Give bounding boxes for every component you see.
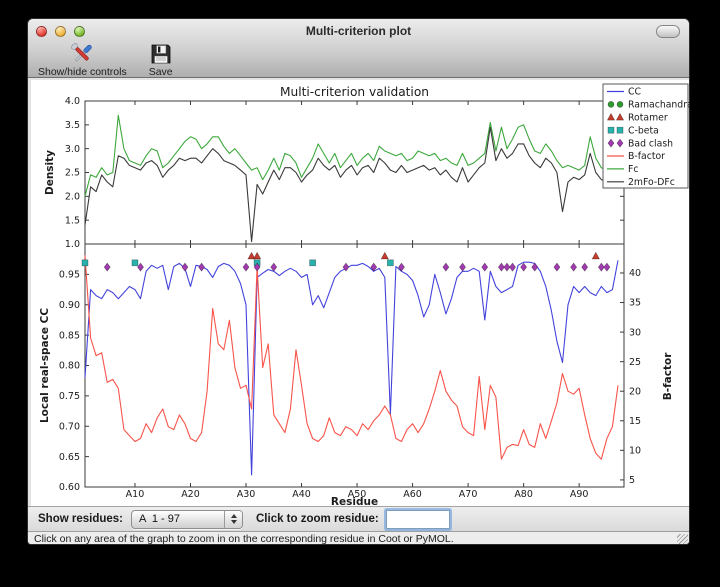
svg-text:0.85: 0.85 — [59, 330, 80, 341]
toolbar: Show/hide controls Save — [34, 43, 177, 77]
svg-text:2.0: 2.0 — [65, 192, 80, 203]
outlier-markers — [82, 252, 610, 271]
svg-text:0.70: 0.70 — [59, 421, 80, 432]
svg-text:1.0: 1.0 — [65, 239, 80, 250]
control-bar: Show residues: A 1 - 97 Click to zoom re… — [28, 506, 689, 531]
svg-text:A90: A90 — [570, 489, 589, 500]
residue-range-value: A 1 - 97 — [132, 513, 224, 525]
show-hide-controls-button[interactable]: Show/hide controls — [34, 43, 131, 77]
status-bar: Click on any area of the graph to zoom i… — [28, 531, 689, 545]
svg-text:Bad clash: Bad clash — [628, 138, 673, 149]
svg-text:A30: A30 — [237, 489, 256, 500]
save-button-label: Save — [149, 66, 173, 78]
chart-legend: CC Ramachandran RotamerC-beta Bad clash B-fa… — [603, 84, 689, 188]
zoom-residue-input[interactable] — [386, 510, 450, 529]
zoom-residue-label: Click to zoom residue: — [256, 513, 379, 525]
svg-text:0.80: 0.80 — [59, 361, 80, 372]
svg-text:B-factor: B-factor — [662, 352, 674, 400]
svg-text:A20: A20 — [181, 489, 200, 500]
svg-text:Ramachandran: Ramachandran — [628, 100, 689, 111]
svg-text:20: 20 — [629, 386, 641, 397]
svg-text:Local real-space CC: Local real-space CC — [39, 308, 51, 423]
toolbar-toggle-button[interactable] — [656, 25, 680, 38]
svg-text:A80: A80 — [514, 489, 533, 500]
svg-text:2mFo-DFc: 2mFo-DFc — [628, 177, 675, 188]
screenshot-background: Multi-criterion plot — [0, 0, 720, 587]
svg-text:Density: Density — [44, 150, 56, 195]
residue-range-select[interactable]: A 1 - 97 — [131, 510, 243, 529]
svg-text:5: 5 — [629, 475, 635, 486]
svg-text:0.75: 0.75 — [59, 391, 80, 402]
svg-text:A60: A60 — [403, 489, 422, 500]
svg-text:A10: A10 — [126, 489, 145, 500]
svg-text:0.60: 0.60 — [59, 482, 80, 493]
svg-text:Residue: Residue — [331, 496, 378, 506]
svg-text:Rotamer: Rotamer — [628, 113, 668, 124]
tools-icon — [69, 43, 95, 65]
svg-text:A70: A70 — [459, 489, 478, 500]
bottom-plot-series — [85, 255, 618, 475]
svg-text:CC: CC — [628, 87, 641, 98]
svg-text:15: 15 — [629, 416, 641, 427]
top-plot-series — [85, 115, 618, 241]
svg-text:Multi-criterion validation: Multi-criterion validation — [280, 85, 429, 99]
svg-text:40: 40 — [629, 268, 641, 279]
svg-text:30: 30 — [629, 327, 641, 338]
window-title: Multi-criterion plot — [28, 24, 689, 38]
svg-text:Fc: Fc — [628, 164, 638, 175]
svg-text:A40: A40 — [292, 489, 311, 500]
svg-text:B-factor: B-factor — [628, 151, 665, 162]
svg-text:0.65: 0.65 — [59, 452, 80, 463]
chart-root: A10A20A30A40A50A60A70A80A904.03.53.02.52… — [39, 84, 689, 506]
resize-grip[interactable] — [677, 534, 688, 545]
window-chrome: Multi-criterion plot — [28, 19, 689, 78]
svg-text:25: 25 — [629, 357, 641, 368]
save-button[interactable]: Save — [145, 43, 177, 77]
app-window: Multi-criterion plot — [27, 18, 690, 545]
multi-criterion-chart[interactable]: A10A20A30A40A50A60A70A80A904.03.53.02.52… — [31, 80, 689, 506]
show-residues-label: Show residues: — [38, 513, 123, 525]
svg-text:3.5: 3.5 — [65, 120, 80, 131]
svg-text:0.95: 0.95 — [59, 270, 80, 281]
svg-text:4.0: 4.0 — [65, 96, 80, 107]
svg-text:10: 10 — [629, 446, 641, 457]
save-icon — [150, 43, 172, 65]
svg-text:1.5: 1.5 — [65, 215, 80, 226]
stepper-arrows-icon — [224, 511, 242, 528]
svg-text:3.0: 3.0 — [65, 144, 80, 155]
svg-text:C-beta: C-beta — [628, 125, 659, 136]
svg-text:0.90: 0.90 — [59, 300, 80, 311]
svg-text:2.5: 2.5 — [65, 168, 80, 179]
status-text: Click on any area of the graph to zoom i… — [28, 533, 454, 545]
titlebar[interactable]: Multi-criterion plot — [28, 19, 689, 43]
plot-canvas[interactable]: A10A20A30A40A50A60A70A80A904.03.53.02.52… — [31, 80, 689, 506]
svg-text:35: 35 — [629, 298, 641, 309]
show-hide-controls-label: Show/hide controls — [38, 66, 127, 78]
